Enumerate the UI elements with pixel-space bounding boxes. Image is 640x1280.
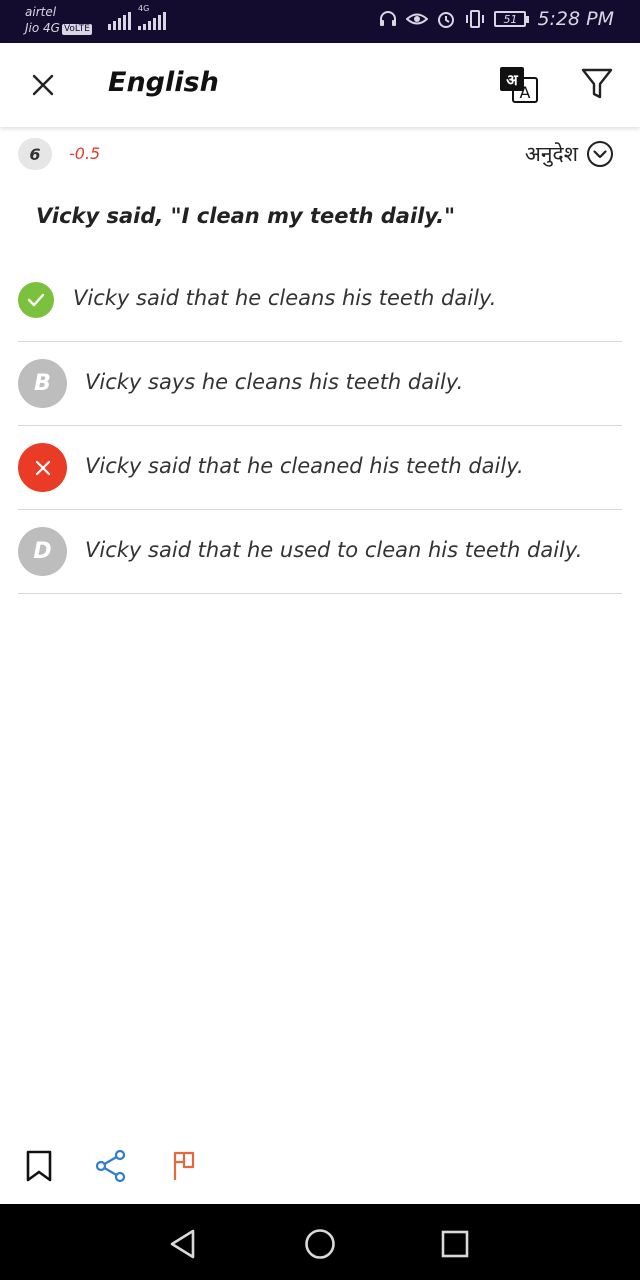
check-icon (27, 293, 45, 307)
battery-icon: 51 (494, 11, 530, 27)
option-label-badge: D (18, 527, 67, 576)
share-button[interactable] (91, 1146, 131, 1186)
negative-marks: -0.5 (69, 144, 101, 163)
close-button[interactable] (28, 70, 58, 100)
carrier-secondary: Jio 4G VoLTE (25, 20, 92, 36)
eye-icon (406, 10, 429, 28)
filter-icon (581, 68, 613, 99)
system-nav-bar (0, 1204, 640, 1280)
status-bar: airtel Jio 4G VoLTE 4G 51 5:28 PM (0, 0, 640, 43)
options-list: Vicky said that he cleans his teeth dail… (18, 258, 622, 594)
option-b[interactable]: B Vicky says he cleans his teeth daily. (18, 342, 622, 426)
option-label-badge: B (18, 359, 67, 408)
page-title: English (108, 67, 219, 98)
svg-text:अ: अ (506, 71, 518, 89)
alarm-icon (436, 9, 456, 29)
option-text: Vicky says he cleans his teeth daily. (85, 370, 464, 394)
app-header: English A अ (0, 43, 640, 127)
report-button[interactable] (164, 1146, 204, 1186)
bookmark-button[interactable] (19, 1146, 59, 1186)
back-icon (170, 1229, 195, 1259)
nav-recents-button[interactable] (435, 1224, 475, 1264)
status-right: 51 5:28 PM (378, 8, 614, 30)
option-c[interactable]: Vicky said that he cleaned his teeth dai… (18, 426, 622, 510)
home-icon (305, 1229, 335, 1259)
carrier-info: airtel Jio 4G VoLTE (25, 4, 92, 36)
filter-button[interactable] (581, 67, 613, 101)
translate-button[interactable]: A अ (499, 66, 539, 104)
option-a[interactable]: Vicky said that he cleans his teeth dail… (18, 258, 622, 342)
nav-home-button[interactable] (300, 1224, 340, 1264)
share-icon (95, 1149, 126, 1183)
correct-badge (18, 282, 54, 318)
action-bar (0, 1140, 640, 1200)
chevron-down-icon (587, 141, 613, 167)
bookmark-icon (26, 1150, 52, 1182)
vibrate-icon (464, 9, 486, 29)
network-label: 4G (138, 4, 150, 13)
signal-icon (108, 10, 131, 30)
headphones-icon (378, 9, 398, 29)
question-number: 6 (18, 138, 52, 170)
carrier-secondary-label: Jio 4G (25, 21, 60, 35)
nav-back-button[interactable] (163, 1224, 203, 1264)
recents-icon (441, 1230, 469, 1258)
option-text: Vicky said that he used to clean his tee… (85, 538, 583, 562)
wrong-badge (18, 443, 67, 492)
question-text: Vicky said, "I clean my teeth daily." (36, 204, 456, 228)
status-time: 5:28 PM (537, 8, 614, 30)
signal-4g-icon: 4G (138, 4, 166, 30)
cross-icon (35, 460, 50, 475)
instructions-toggle[interactable]: अनुदेश (525, 140, 614, 168)
battery-level: 51 (494, 11, 527, 27)
flag-icon (173, 1151, 195, 1180)
instructions-label: अनुदेश (524, 142, 578, 166)
option-text: Vicky said that he cleans his teeth dail… (73, 286, 497, 310)
volte-badge: VoLTE (61, 24, 92, 35)
option-text: Vicky said that he cleaned his teeth dai… (85, 454, 524, 478)
translate-icon: A अ (500, 67, 538, 103)
close-icon (32, 74, 54, 96)
option-d[interactable]: D Vicky said that he used to clean his t… (18, 510, 622, 594)
carrier-primary: airtel (25, 5, 57, 19)
